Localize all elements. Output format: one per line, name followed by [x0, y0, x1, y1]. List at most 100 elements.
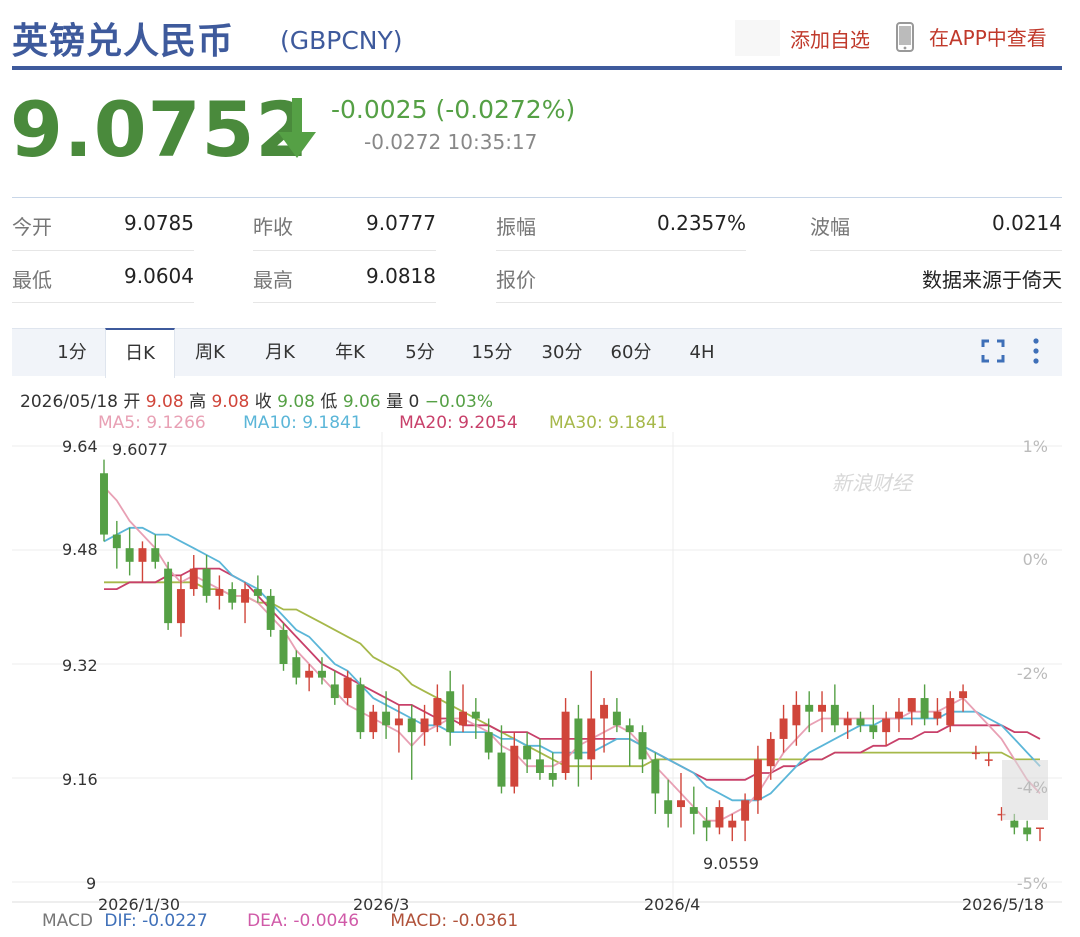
- candle-body: [292, 657, 301, 678]
- candle-body: [574, 718, 583, 760]
- sina-finance-watermark: 新浪财经: [832, 471, 914, 495]
- data-source: 数据来源于倚天: [922, 268, 1062, 292]
- candle: [228, 582, 237, 610]
- add-watchlist-button[interactable]: 添加自选: [735, 20, 870, 56]
- candle: [561, 698, 570, 780]
- tab-monthly[interactable]: 月K: [252, 329, 308, 376]
- candle-body: [1036, 827, 1044, 829]
- candle-body: [856, 718, 865, 726]
- candle-body: [382, 711, 391, 726]
- ma30-value: MA30: 9.1841: [549, 413, 668, 433]
- tab-yearly[interactable]: 年K: [322, 329, 378, 376]
- range-value: 0.0214: [992, 211, 1062, 235]
- candle-body: [356, 684, 365, 733]
- candle-body: [894, 711, 903, 719]
- phone-icon[interactable]: [896, 22, 914, 52]
- candle: [728, 813, 737, 842]
- y-tick-label: 9.64: [62, 437, 98, 456]
- candle-body: [394, 718, 403, 726]
- amplitude-label: 振幅: [496, 215, 536, 239]
- candle: [818, 691, 827, 733]
- candle: [164, 561, 173, 630]
- candle: [112, 520, 121, 569]
- candle-body: [228, 589, 237, 603]
- candle: [702, 807, 711, 842]
- tab-daily[interactable]: 日K: [105, 328, 175, 378]
- candle: [100, 459, 108, 542]
- candle-body: [984, 759, 993, 761]
- candle: [279, 623, 288, 671]
- ohlc-readout: 2026/05/18 开 9.08 高 9.08 收 9.08 低 9.06 量…: [20, 387, 493, 412]
- ma5-value: MA5: 9.1266: [98, 413, 206, 433]
- fullscreen-icon[interactable]: [981, 339, 1005, 363]
- candle-body: [920, 698, 929, 719]
- candle: [497, 725, 506, 794]
- candles: [100, 459, 1044, 842]
- candle-body: [933, 711, 942, 719]
- candle: [959, 684, 968, 712]
- low-label: 低: [320, 392, 338, 412]
- prev-close-value: 9.0777: [366, 211, 436, 235]
- candle-body: [638, 732, 647, 760]
- macd-legend: MACD DIF: -0.0227 DEA: -0.0046 MACD: -0.…: [42, 911, 518, 931]
- pct-tick-label: 1%: [1022, 437, 1048, 456]
- tab-4h[interactable]: 4H: [674, 329, 730, 376]
- candle: [882, 711, 891, 746]
- candle-body: [241, 589, 250, 603]
- y-tick-label: 9.48: [62, 540, 98, 559]
- x-tick-label: 2026/5/18: [962, 895, 1045, 914]
- y-tick-label: 9: [86, 874, 97, 893]
- chart-grid: [12, 432, 1062, 903]
- candle: [215, 575, 224, 610]
- open-value: 9.0785: [124, 211, 194, 235]
- candle-body: [1023, 827, 1032, 835]
- high-label: 最高: [253, 268, 293, 292]
- candle: [125, 527, 134, 576]
- candle: [869, 704, 878, 739]
- candle-body: [971, 752, 980, 755]
- row-divider: [253, 302, 436, 303]
- candle: [292, 650, 301, 685]
- stats-divider: [12, 197, 1062, 198]
- candle-body: [882, 718, 891, 733]
- min-price-annotation: 9.0559: [703, 854, 759, 873]
- open-in-app-link[interactable]: 在APP中查看: [929, 22, 1047, 51]
- watermark-text: 新浪财经: [832, 471, 914, 495]
- candle-body: [459, 711, 467, 726]
- more-options-icon[interactable]: [1032, 337, 1040, 365]
- row-divider: [496, 250, 746, 251]
- open-label: 今开: [12, 215, 52, 239]
- page-title: 英镑兑人民币: [12, 21, 235, 62]
- candle-body: [818, 704, 827, 712]
- ohlc-low: 9.06: [342, 392, 381, 412]
- candle: [715, 800, 724, 835]
- kline-chart[interactable]: 新浪财经: [0, 432, 1080, 910]
- tab-30min[interactable]: 30分: [534, 329, 590, 376]
- tab-weekly[interactable]: 周K: [182, 329, 238, 376]
- tab-1min[interactable]: 1分: [44, 329, 100, 376]
- macd-dea: DEA: -0.0046: [247, 911, 360, 931]
- candle-body: [612, 711, 621, 726]
- candle-body: [715, 807, 724, 828]
- candle-body: [561, 711, 570, 773]
- candle-body: [548, 773, 557, 780]
- tab-60min[interactable]: 60分: [602, 329, 660, 376]
- candle-body: [535, 759, 544, 773]
- candle-body: [625, 725, 634, 733]
- candle-body: [1010, 820, 1019, 828]
- candle-body: [728, 820, 737, 828]
- candle: [394, 704, 403, 753]
- candle-body: [830, 704, 839, 726]
- candle-body: [779, 718, 788, 739]
- candle-body: [164, 568, 173, 624]
- candle-body: [433, 698, 442, 726]
- candle: [266, 589, 275, 637]
- tab-5min[interactable]: 5分: [392, 329, 448, 376]
- moving-average-lines: [103, 486, 1041, 822]
- tab-15min[interactable]: 15分: [464, 329, 520, 376]
- price-change: -0.0025 (-0.0272%): [331, 95, 576, 124]
- ma-legend: MA5: 9.1266 MA10: 9.1841 MA20: 9.2054 MA…: [98, 413, 668, 433]
- candle-body: [497, 752, 506, 787]
- open-label: 开: [123, 392, 141, 412]
- candle: [189, 555, 198, 596]
